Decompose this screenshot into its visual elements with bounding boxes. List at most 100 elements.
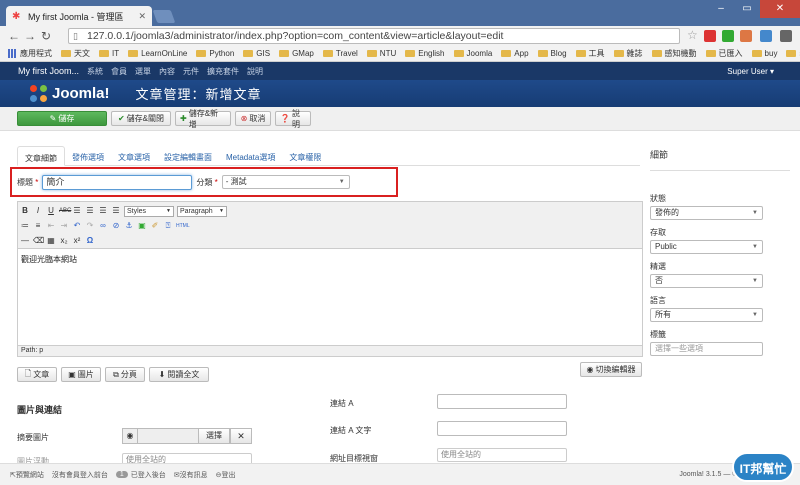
image-icon[interactable]: ▣ — [137, 221, 147, 231]
extension-icon[interactable] — [722, 30, 734, 42]
menu-components[interactable]: 元件 — [183, 66, 199, 77]
tab-permissions[interactable]: 文章權限 — [282, 146, 328, 166]
bookmark-folder[interactable]: Joomla — [453, 49, 492, 58]
special-char-icon[interactable]: Ω — [85, 236, 95, 246]
language-select[interactable]: 所有 ▼ — [650, 308, 763, 322]
bookmark-folder[interactable]: buy — [751, 49, 777, 58]
save-close-button[interactable]: ✔ 儲存&關閉 — [111, 111, 171, 126]
indent-icon[interactable]: ⇥ — [59, 221, 69, 231]
cleanup-icon[interactable]: ✐ — [150, 221, 160, 231]
menu-help[interactable]: 說明 — [247, 66, 263, 77]
styles-select[interactable]: Styles ▼ — [124, 205, 174, 217]
tags-input[interactable]: 選擇一些選項 — [650, 342, 763, 356]
page-break-button[interactable]: ⧉ 分頁 — [105, 367, 145, 382]
save-button[interactable]: ✎ 儲存 — [17, 111, 107, 126]
link-a-text-input[interactable] — [437, 421, 567, 436]
extension-icon[interactable] — [760, 30, 772, 42]
reload-icon[interactable]: ↻ — [38, 29, 54, 43]
save-new-button[interactable]: ✚ 儲存&新增 — [175, 109, 231, 129]
bookmark-folder[interactable]: Blog — [537, 49, 567, 58]
undo-icon[interactable]: ↶ — [72, 221, 82, 231]
outdent-icon[interactable]: ⇤ — [46, 221, 56, 231]
bookmark-folder[interactable]: IT — [99, 49, 119, 58]
menu-users[interactable]: 會員 — [111, 66, 127, 77]
align-justify-icon[interactable]: ☰ — [111, 206, 121, 216]
logout-link[interactable]: ⊖ 登出 — [216, 470, 236, 480]
messages-link[interactable]: ✉ 沒有訊息 — [174, 470, 208, 480]
back-icon[interactable]: ← — [6, 29, 22, 43]
menu-extensions[interactable]: 擴充套件 — [207, 66, 239, 77]
anchor-icon[interactable]: ⚓ — [124, 221, 134, 231]
menu-system[interactable]: 系統 — [87, 66, 103, 77]
maximize-icon[interactable]: ▭ — [734, 0, 760, 18]
tab-edit-screen[interactable]: 設定編輯畫面 — [157, 146, 219, 166]
bookmark-star-icon[interactable]: ☆ — [687, 28, 698, 42]
bookmark-folder[interactable]: 天文 — [61, 48, 90, 59]
format-select[interactable]: Paragraph ▼ — [177, 205, 227, 217]
bookmark-folder[interactable]: LearnOnLine — [128, 49, 187, 58]
window-close-icon[interactable]: ✕ — [760, 0, 800, 18]
menu-icon[interactable] — [780, 30, 792, 42]
align-right-icon[interactable]: ☰ — [98, 206, 108, 216]
insert-article-button[interactable]: 🗋 文章 — [17, 367, 57, 382]
preview-site-link[interactable]: ⇱ 預覽網站 — [10, 470, 44, 480]
strikethrough-button[interactable]: ABC — [59, 206, 71, 216]
subscript-icon[interactable]: x₂ — [59, 236, 69, 246]
tab-metadata[interactable]: Metadata選項 — [219, 146, 282, 166]
url-target-select[interactable]: 使用全站的 — [437, 448, 567, 462]
underline-button[interactable]: U — [46, 206, 56, 216]
menu-content[interactable]: 內容 — [159, 66, 175, 77]
access-select[interactable]: Public ▼ — [650, 240, 763, 254]
toggle-editor-button[interactable]: ◉ 切換編輯器 — [580, 362, 642, 377]
browser-tab[interactable]: ✱ My first Joomla - 管理區 ✕ — [6, 6, 152, 26]
link-a-input[interactable] — [437, 394, 567, 409]
select-image-button[interactable]: 選擇 — [198, 428, 230, 444]
horizontal-rule-icon[interactable]: — — [20, 236, 30, 246]
remove-format-icon[interactable]: ⌫ — [33, 236, 44, 246]
close-tab-icon[interactable]: ✕ — [138, 11, 146, 22]
extension-icon[interactable] — [704, 30, 716, 42]
extension-icon[interactable] — [740, 30, 752, 42]
preview-eye-icon[interactable]: ◉ — [122, 428, 138, 444]
bookmark-folder[interactable]: sierra — [786, 49, 800, 58]
menu-menus[interactable]: 選單 — [135, 66, 151, 77]
tab-details[interactable]: 文章細節 — [17, 146, 65, 166]
bookmark-folder[interactable]: 已匯入 — [705, 48, 743, 59]
redo-icon[interactable]: ↷ — [85, 221, 95, 231]
cancel-button[interactable]: ⊗ 取消 — [235, 111, 271, 126]
featured-select[interactable]: 否 ▼ — [650, 274, 763, 288]
numbered-list-icon[interactable]: ≡ — [33, 221, 43, 231]
insert-image-button[interactable]: ▣ 圖片 — [61, 367, 101, 382]
tab-options[interactable]: 文章選項 — [111, 146, 157, 166]
bookmark-folder[interactable]: Travel — [322, 49, 358, 58]
italic-button[interactable]: I — [33, 206, 43, 216]
bookmark-folder[interactable]: English — [405, 49, 445, 58]
read-more-button[interactable]: ⬇ 閱讀全文 — [149, 367, 209, 382]
bookmark-folder[interactable]: GIS — [243, 49, 270, 58]
bookmark-folder[interactable]: 工具 — [575, 48, 605, 59]
superscript-icon[interactable]: x² — [72, 236, 82, 246]
bookmark-folder[interactable]: NTU — [366, 49, 396, 58]
bullet-list-icon[interactable]: ≔ — [20, 221, 30, 231]
bookmark-apps[interactable]: 應用程式 — [8, 48, 52, 59]
status-select[interactable]: 發佈的 ▼ — [650, 206, 763, 220]
bookmark-folder[interactable]: GMap — [279, 49, 314, 58]
align-left-icon[interactable]: ☰ — [72, 206, 82, 216]
tab-publishing[interactable]: 發佈選項 — [65, 146, 111, 166]
site-name-link[interactable]: My first Joom... — [18, 66, 79, 76]
link-icon[interactable]: ∞ — [98, 221, 108, 231]
user-menu[interactable]: Super User ▾ — [727, 67, 774, 76]
bookmark-folder[interactable]: App — [501, 49, 529, 58]
bookmark-folder[interactable]: 感知機動 — [651, 48, 697, 59]
html-icon[interactable]: HTML — [176, 221, 190, 231]
help-icon[interactable]: ⍰ — [163, 221, 173, 231]
visual-aid-icon[interactable]: ▦ — [46, 236, 56, 246]
unlink-icon[interactable]: ⊘ — [111, 221, 121, 231]
align-center-icon[interactable]: ☰ — [85, 206, 95, 216]
forward-icon[interactable]: → — [22, 29, 38, 43]
address-bar[interactable]: ▯ 127.0.0.1/joomla3/administrator/index.… — [68, 28, 680, 44]
bookmark-folder[interactable]: 雜誌 — [613, 48, 643, 59]
bookmark-folder[interactable]: Python — [196, 49, 234, 58]
bold-button[interactable]: B — [20, 206, 30, 216]
editor-content[interactable]: 觀迎光臨本網站 — [18, 249, 642, 345]
